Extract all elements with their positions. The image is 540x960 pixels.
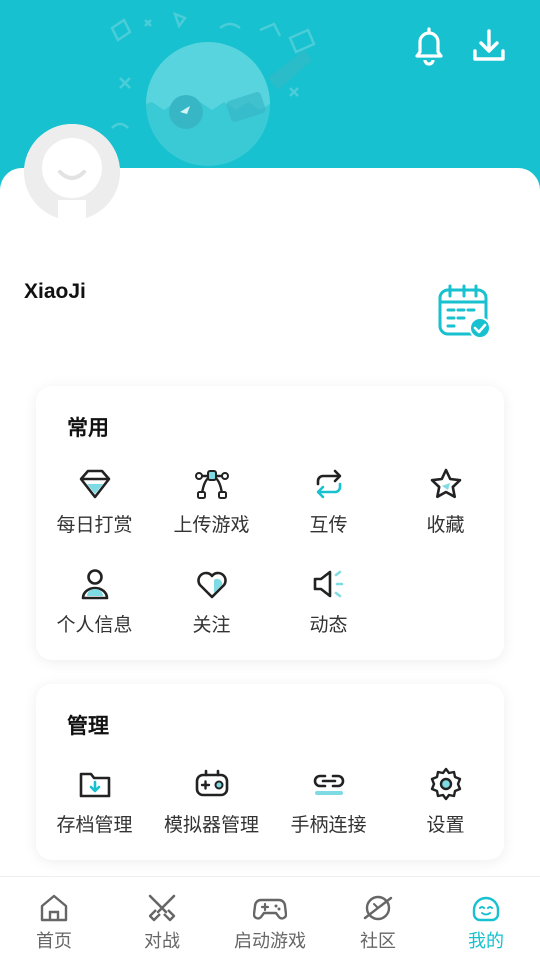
save-management-item[interactable]: 存档管理 [36,766,153,837]
header-illustration [110,11,316,166]
section-title-common: 常用 [67,416,109,440]
nav-item-me[interactable]: 我的 [432,877,540,960]
download-icon [473,29,505,61]
planet-icon [363,895,393,921]
section-title-manage: 管理 [67,714,109,738]
nav-item-launch-game[interactable]: 启动游戏 [216,877,324,960]
username: XiaoJi [24,280,86,303]
gamepad-icon [253,898,287,920]
emulator-management-item[interactable]: 模拟器管理 [153,766,270,837]
emulator-icon [195,769,228,797]
personal-info-item[interactable]: 个人信息 [36,566,153,637]
mutual-transfer-item[interactable]: 互传 [270,466,387,537]
download-button[interactable] [470,26,508,66]
follow-item[interactable]: 关注 [153,566,270,637]
link-icon [313,774,344,795]
heart-icon [196,571,227,599]
star-icon [430,468,461,499]
upload-nodes-icon [194,470,229,499]
face-icon [472,896,500,922]
controller-connection-item[interactable]: 手柄连接 [270,766,387,837]
default-avatar-icon [24,124,120,220]
avatar[interactable] [24,124,120,220]
manage-section-card: 管理 存档管理 模拟器管理 手柄连接 设置 [36,684,504,860]
settings-item[interactable]: 设置 [387,766,504,837]
speaker-icon [313,570,343,598]
calendar-check-icon [438,284,491,339]
nav-item-community[interactable]: 社区 [324,877,432,960]
upload-game-item[interactable]: 上传游戏 [153,466,270,537]
favorites-item[interactable]: 收藏 [387,466,504,537]
folder-icon [79,772,110,798]
diamond-icon [79,469,110,499]
common-section-card: 常用 每日打赏 上传游戏 互传 收藏 个人信息 关注 动态 [36,386,504,660]
bottom-nav: 首页 对战 启动游戏 社区 我的 [0,876,540,960]
user-icon [81,569,108,600]
notification-button[interactable] [410,26,448,66]
checkin-button[interactable] [434,282,496,344]
home-icon [40,894,68,922]
swords-icon [148,894,176,922]
settings-gear-icon [430,767,461,801]
nav-item-battle[interactable]: 对战 [108,877,216,960]
bell-icon [415,27,443,66]
sync-arrows-icon [316,469,341,499]
nav-item-home[interactable]: 首页 [0,877,108,960]
activity-item[interactable]: 动态 [270,566,387,637]
daily-tip-item[interactable]: 每日打赏 [36,466,153,537]
